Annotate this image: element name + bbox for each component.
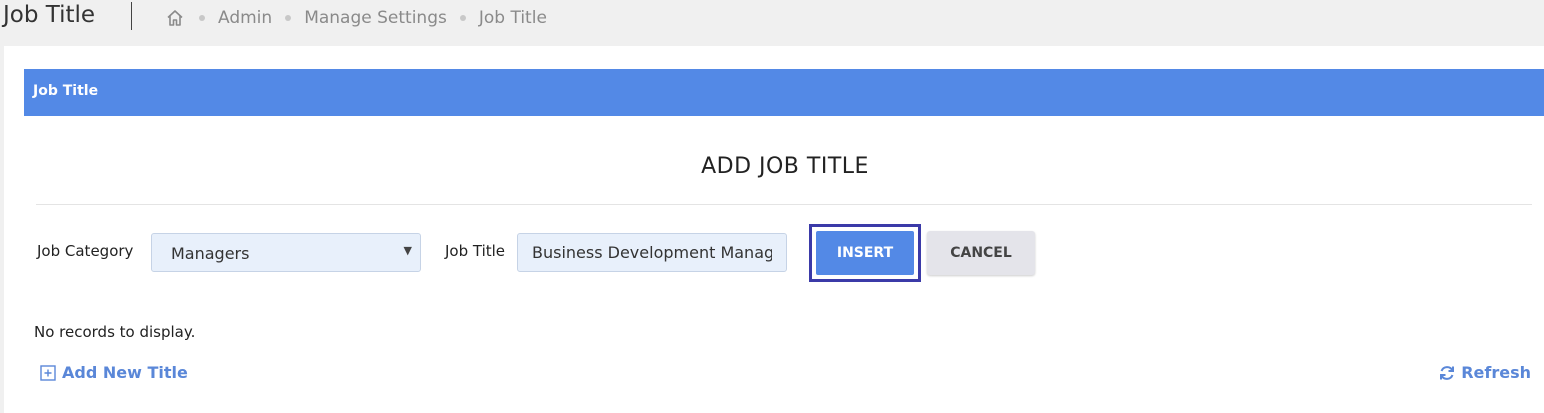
page-title: Job Title (3, 2, 96, 28)
job-category-label: Job Category (37, 242, 134, 260)
breadcrumb-manage-settings[interactable]: Manage Settings (304, 8, 447, 28)
form-title: ADD JOB TITLE (701, 154, 869, 179)
home-icon[interactable] (164, 7, 186, 29)
top-bar: Job Title Admin Manage Settings Job Titl… (0, 0, 1544, 46)
breadcrumb-separator (199, 15, 205, 21)
cancel-button[interactable]: CANCEL (927, 231, 1035, 275)
add-new-title-label: Add New Title (62, 363, 188, 382)
refresh-icon (1438, 364, 1456, 382)
breadcrumb-separator (285, 15, 292, 21)
title-divider (131, 2, 132, 30)
content-panel: Job Title ADD JOB TITLE Job Category Man… (4, 46, 1544, 413)
refresh-label: Refresh (1461, 363, 1531, 382)
job-category-select[interactable]: Managers ▼ (151, 233, 421, 272)
breadcrumb-job-title: Job Title (478, 8, 547, 28)
job-title-input[interactable] (517, 233, 787, 272)
breadcrumb-separator (459, 15, 466, 21)
breadcrumb: Admin Manage Settings Job Title (164, 7, 547, 29)
plus-square-icon (40, 364, 56, 381)
job-title-label: Job Title (445, 242, 506, 260)
empty-grid-message: No records to display. (34, 323, 196, 341)
add-new-title-link[interactable]: Add New Title (40, 363, 188, 382)
refresh-link[interactable]: Refresh (1438, 363, 1531, 382)
panel-header-title: Job Title (33, 83, 99, 99)
form-divider (36, 204, 1532, 205)
breadcrumb-admin[interactable]: Admin (218, 8, 272, 28)
chevron-down-icon: ▼ (403, 244, 412, 257)
panel-header: Job Title (24, 69, 1544, 116)
insert-button[interactable]: INSERT (816, 231, 914, 275)
job-category-value: Managers (171, 244, 250, 263)
